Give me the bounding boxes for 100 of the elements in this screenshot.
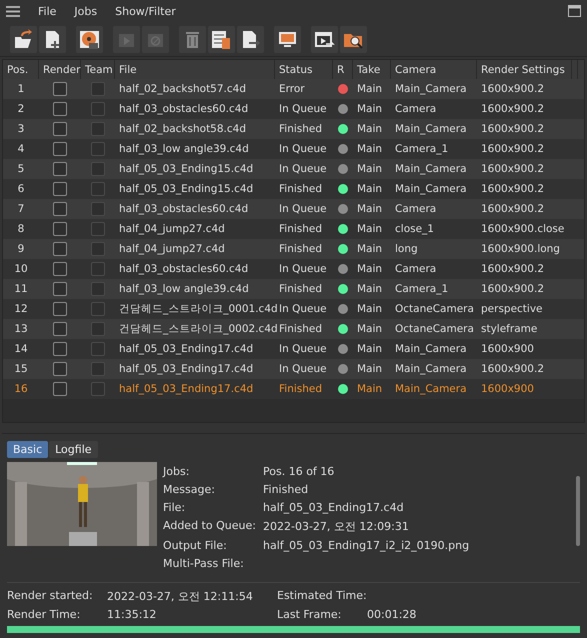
render-checkbox[interactable] [53,182,67,196]
status-cell-text: In Queue [278,263,327,275]
team-checkbox[interactable] [91,182,105,196]
settings-cell-text: 1600x900.2 [480,163,544,175]
file-cell-text: half_03_obstacles60.c4d [118,263,248,275]
settings-cell-text: 1600x900.2 [480,83,544,95]
camera-cell-text: close_1 [394,223,434,235]
toolbar-button[interactable] [237,26,264,52]
window-icon[interactable] [568,5,581,17]
team-checkbox[interactable] [91,302,105,316]
take-cell-text: Main [356,183,382,195]
team-checkbox[interactable] [91,82,105,96]
render-checkbox[interactable] [53,262,67,276]
team-checkbox[interactable] [91,362,105,376]
render-checkbox[interactable] [53,362,67,376]
team-checkbox[interactable] [91,142,105,156]
settings-cell-text: 1600x900.2 [480,143,544,155]
render-checkbox[interactable] [53,142,67,156]
team-checkbox[interactable] [91,162,105,176]
take-cell-text: Main [356,143,382,155]
settings-cell-text: 1600x900.long [480,243,560,255]
status-cell-text: Finished [278,123,322,135]
status-cell-text: Finished [278,323,322,335]
menu-item[interactable]: Show/Filter [115,4,176,18]
toolbar-button[interactable] [208,26,235,52]
menu-item[interactable]: Jobs [74,4,98,18]
render-checkbox[interactable] [53,122,67,136]
menu-icon[interactable] [6,6,20,16]
camera-cell-text: Camera [394,263,436,275]
take-cell-text: Main [356,323,382,335]
team-checkbox[interactable] [91,222,105,236]
team-checkbox[interactable] [91,282,105,296]
toolbar-button[interactable] [340,26,367,52]
file-cell-text: half_05_03_Ending15.c4d [118,183,254,195]
status-cell-text: Finished [278,383,322,395]
camera-cell-text: long [394,243,418,255]
team-checkbox[interactable] [91,122,105,136]
render-checkbox[interactable] [53,82,67,96]
team-checkbox[interactable] [91,242,105,256]
file-export-icon [240,28,261,50]
position-cell: 8 [18,223,24,235]
render-checkbox[interactable] [53,322,67,336]
take-cell-text: Main [356,243,382,255]
settings-cell-text: 1600x900.2 [480,183,544,195]
camera-cell-text: Main_Camera [394,363,467,375]
menu-item[interactable]: File [38,4,56,18]
file-cell-text: half_03_low angle39.c4d [118,143,249,155]
render-checkbox[interactable] [53,162,67,176]
team-checkbox[interactable] [91,102,105,116]
team-checkbox[interactable] [91,202,105,216]
file-cell-text: half_05_03_Ending17.c4d [118,383,254,395]
file-cell-text: half_04_jump27.c4d [118,223,225,235]
toolbar-button[interactable] [311,26,338,52]
render-checkbox[interactable] [53,102,67,116]
folder-open-icon [13,28,34,50]
render-checkbox[interactable] [53,222,67,236]
detail-label: Added to Queue: [163,519,257,534]
file-cell-text: half_02_backshot58.c4d [118,123,246,135]
tab[interactable]: Basic [7,441,48,458]
position-cell: 11 [14,283,28,295]
team-checkbox[interactable] [91,322,105,336]
settings-cell-text: 1600x900.2 [480,123,544,135]
render-checkbox[interactable] [53,242,67,256]
camera-cell-text: Main_Camera [394,183,467,195]
position-cell: 14 [14,343,28,355]
camera-cell-text: Main_Camera [394,83,467,95]
detail-value: Finished [263,483,310,496]
file-cell-text: half_03_obstacles60.c4d [118,103,248,115]
take-cell-text: Main [356,163,382,175]
file-cell-text: half_05_03_Ending15.c4d [118,163,254,175]
status-cell-text: In Queue [278,103,327,115]
position-cell: 16 [14,383,28,395]
status-cell-text: Finished [278,183,322,195]
team-checkbox[interactable] [91,262,105,276]
detail-label: Message: [163,483,216,496]
toolbar-button[interactable] [39,26,66,52]
take-cell-text: Main [356,103,382,115]
render-checkbox[interactable] [53,202,67,216]
settings-cell-text: 1600x900.2 [480,103,544,115]
toolbar-button[interactable] [76,26,103,52]
render-checkbox[interactable] [53,302,67,316]
camera-cell-text: OctaneCamera [394,323,474,335]
team-checkbox[interactable] [91,382,105,396]
render-checkbox[interactable] [53,382,67,396]
settings-cell-text: 1600x900.2 [480,263,544,275]
tab[interactable]: Logfile [49,441,98,458]
team-checkbox[interactable] [91,342,105,356]
toolbar-button[interactable] [10,26,37,52]
take-cell-text: Main [356,263,382,275]
toolbar-button[interactable] [274,26,301,52]
file-cell-text: half_05_03_Ending17.c4d [118,343,254,355]
camera-cell-text: Camera [394,103,436,115]
render-checkbox[interactable] [53,342,67,356]
settings-cell-text: 1600x900.close [480,223,564,235]
take-cell-text: Main [356,283,382,295]
render-checkbox[interactable] [53,282,67,296]
scrollbar-thumb[interactable] [576,476,580,546]
position-cell: 13 [14,323,28,335]
detail-value: 2022-03-27, 오전 12:09:31 [263,519,410,534]
status-cell-text: In Queue [278,343,327,355]
